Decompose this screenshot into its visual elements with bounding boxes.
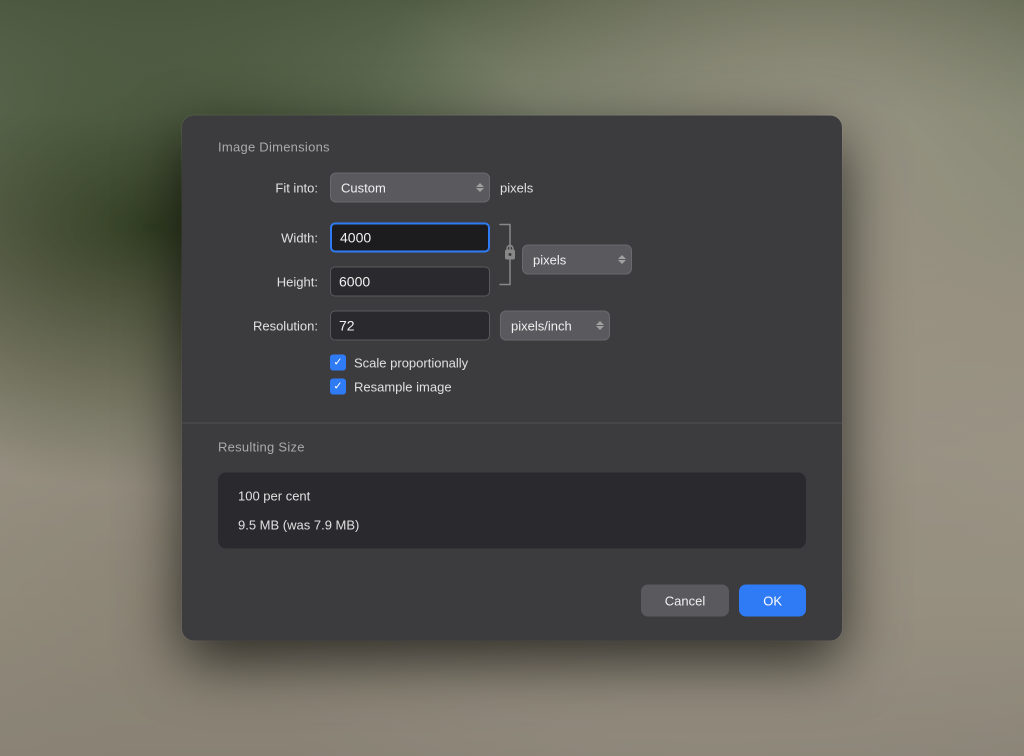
ok-button[interactable]: OK	[739, 585, 806, 617]
width-input[interactable]	[330, 223, 490, 253]
width-row: Width:	[218, 223, 490, 253]
cancel-button[interactable]: Cancel	[641, 585, 729, 617]
resolution-unit-wrapper: pixels/inch pixels/cm	[500, 311, 610, 341]
pixels-unit-select[interactable]: pixels percent inches cm mm	[522, 245, 632, 275]
resolution-row: Resolution: pixels/inch pixels/cm	[218, 311, 806, 341]
dialog-bottom-section: Resulting Size 100 per cent 9.5 MB (was …	[182, 424, 842, 569]
height-row: Height:	[218, 267, 490, 297]
resolution-input[interactable]	[330, 311, 490, 341]
lock-bracket-svg	[496, 223, 516, 287]
resulting-size-percent: 100 per cent	[238, 489, 786, 504]
fit-into-row: Fit into: Custom Original Size 2x 1x pix…	[218, 173, 806, 203]
width-label: Width:	[218, 230, 318, 245]
fit-into-unit-label: pixels	[500, 180, 533, 195]
lock-bracket	[496, 223, 516, 287]
fit-into-label: Fit into:	[218, 180, 318, 195]
height-label: Height:	[218, 274, 318, 289]
resolution-label: Resolution:	[218, 318, 318, 333]
height-input[interactable]	[330, 267, 490, 297]
dialog-container: Image Dimensions Fit into: Custom Origin…	[182, 116, 842, 641]
unit-col: pixels percent inches cm mm	[522, 245, 632, 275]
scale-checkmark-icon: ✓	[333, 357, 342, 368]
resulting-size-box: 100 per cent 9.5 MB (was 7.9 MB)	[218, 473, 806, 549]
pixels-select-wrapper: pixels percent inches cm mm	[522, 245, 632, 275]
fit-into-select[interactable]: Custom Original Size 2x 1x	[330, 173, 490, 203]
dialog-footer: Cancel OK	[182, 569, 842, 641]
resulting-size-mb: 9.5 MB (was 7.9 MB)	[238, 518, 786, 533]
resolution-unit-select[interactable]: pixels/inch pixels/cm	[500, 311, 610, 341]
resample-image-checkbox[interactable]: ✓	[330, 379, 346, 395]
scale-proportionally-label: Scale proportionally	[354, 355, 468, 370]
wh-labels-inputs: Width: Height:	[218, 223, 490, 297]
image-dimensions-dialog: Image Dimensions Fit into: Custom Origin…	[182, 116, 842, 641]
width-height-container: Width: Height:	[218, 223, 806, 297]
image-dimensions-title: Image Dimensions	[218, 140, 806, 155]
resulting-size-title: Resulting Size	[218, 440, 806, 455]
dialog-top-section: Image Dimensions Fit into: Custom Origin…	[182, 116, 842, 423]
resample-image-label: Resample image	[354, 379, 452, 394]
scale-proportionally-checkbox[interactable]: ✓	[330, 355, 346, 371]
fit-into-select-wrapper: Custom Original Size 2x 1x	[330, 173, 490, 203]
resample-checkmark-icon: ✓	[333, 381, 342, 392]
scale-proportionally-row: ✓ Scale proportionally	[330, 355, 806, 371]
resample-image-row: ✓ Resample image	[330, 379, 806, 395]
resolution-select-wrapper: pixels/inch pixels/cm	[500, 311, 610, 341]
